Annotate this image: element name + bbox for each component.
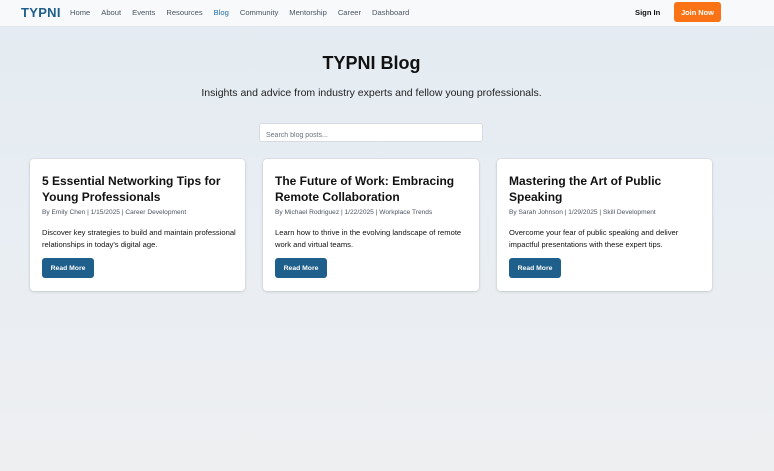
nav-link-resources[interactable]: Resources	[166, 8, 202, 17]
nav-links: Home About Events Resources Blog Communi…	[70, 8, 420, 17]
card-meta: By Michael Rodriguez | 1/22/2025 | Workp…	[275, 209, 433, 216]
page-title: TYPNI Blog	[322, 53, 421, 73]
site-logo[interactable]: TYPNI	[21, 5, 61, 20]
card-excerpt: Discover key strategies to build and mai…	[42, 228, 236, 249]
nav-link-about[interactable]: About	[101, 8, 121, 17]
page-subtitle: Insights and advice from industry expert…	[201, 87, 542, 99]
card-meta: By Emily Chen | 1/15/2025 | Career Devel…	[42, 209, 187, 216]
search-box	[259, 123, 483, 144]
card-title[interactable]: 5 Essential Networking Tips for Young Pr…	[42, 173, 242, 205]
blog-card-public-speaking: Mastering the Art of Public Speaking By …	[497, 159, 712, 291]
nav-link-events[interactable]: Events	[132, 8, 155, 17]
sign-in-link[interactable]: Sign In	[635, 8, 660, 17]
nav-link-home[interactable]: Home	[70, 8, 90, 17]
card-title[interactable]: Mastering the Art of Public Speaking	[509, 173, 709, 205]
card-meta: By Sarah Johnson | 1/29/2025 | Skill Dev…	[509, 209, 656, 216]
card-title[interactable]: The Future of Work: Embracing Remote Col…	[275, 173, 475, 205]
search-input[interactable]	[260, 127, 482, 144]
nav-link-blog[interactable]: Blog	[214, 8, 229, 17]
read-more-button[interactable]: Read More	[275, 258, 327, 278]
blog-card-remote-work: The Future of Work: Embracing Remote Col…	[263, 159, 479, 291]
join-now-button[interactable]: Join Now	[674, 2, 721, 22]
blog-card-networking: 5 Essential Networking Tips for Young Pr…	[30, 159, 245, 291]
nav-link-mentorship[interactable]: Mentorship	[289, 8, 327, 17]
nav-link-dashboard[interactable]: Dashboard	[372, 8, 409, 17]
nav-link-community[interactable]: Community	[240, 8, 278, 17]
card-excerpt: Learn how to thrive in the evolving land…	[275, 228, 462, 249]
read-more-button[interactable]: Read More	[42, 258, 94, 278]
read-more-button[interactable]: Read More	[509, 258, 561, 278]
nav-link-career[interactable]: Career	[338, 8, 361, 17]
top-navbar: TYPNI Home About Events Resources Blog C…	[0, 0, 774, 27]
card-excerpt: Overcome your fear of public speaking an…	[509, 228, 679, 249]
